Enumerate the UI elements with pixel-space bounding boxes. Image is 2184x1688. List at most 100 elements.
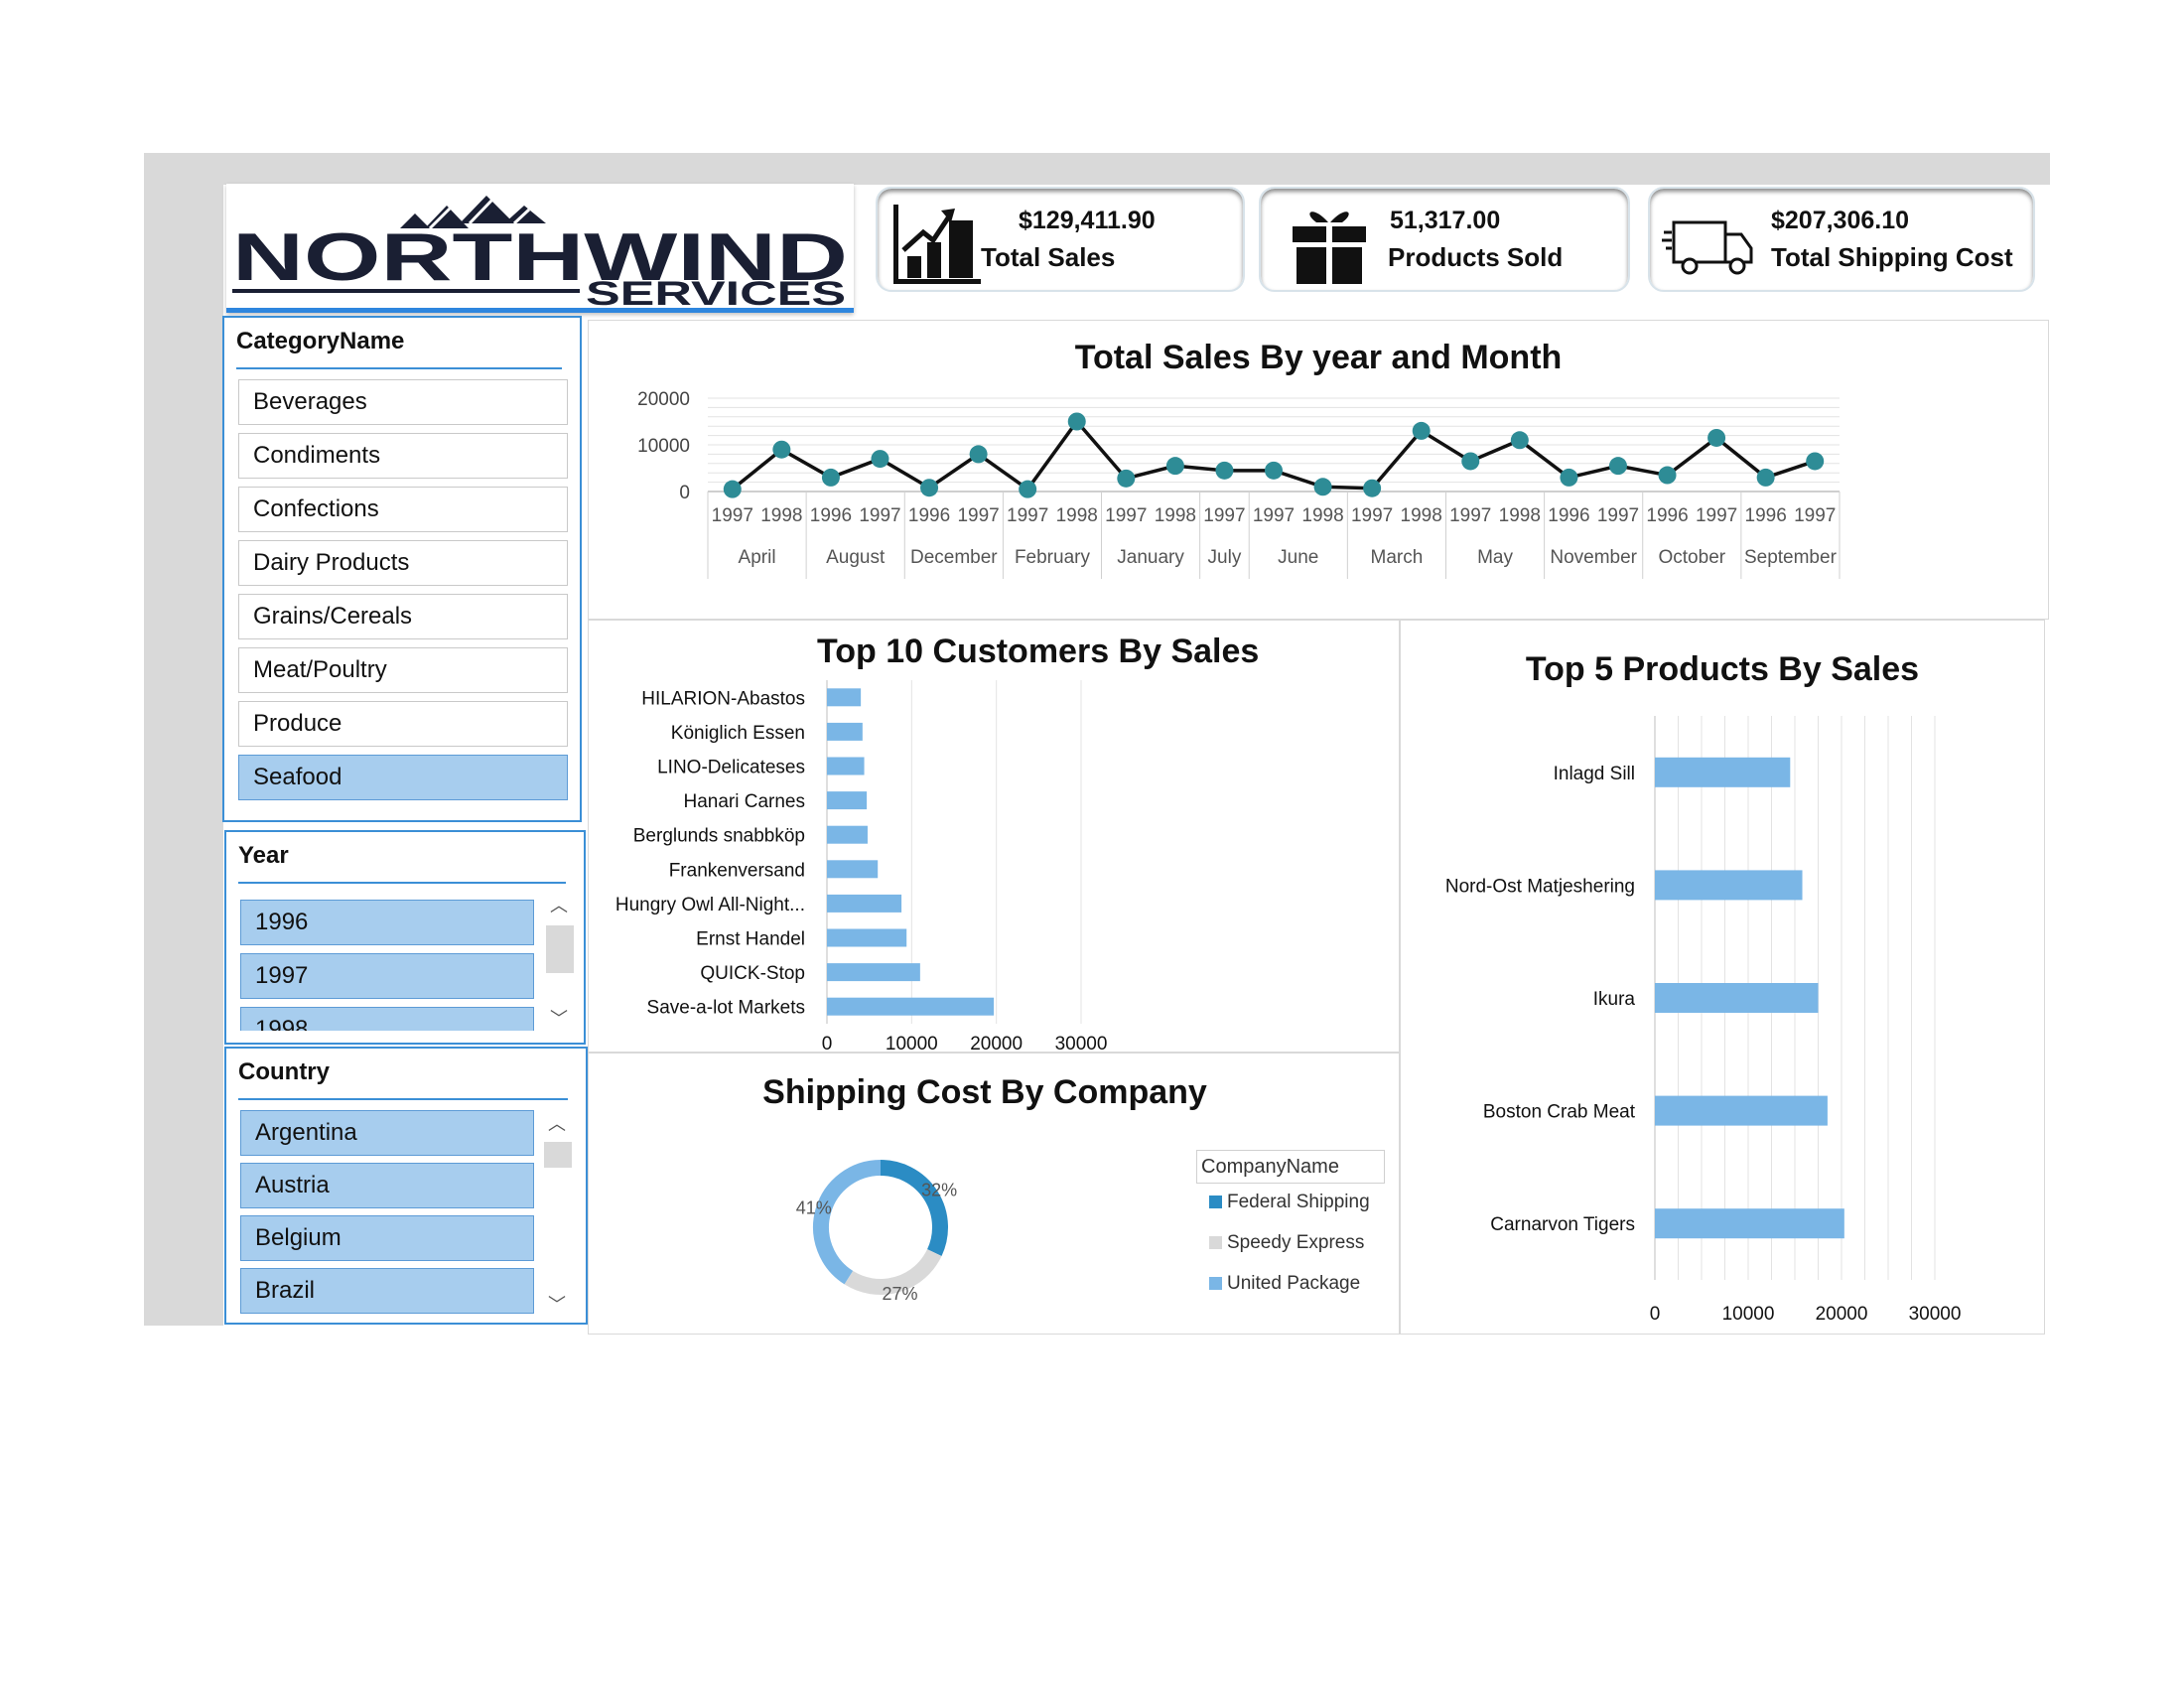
legend-item: Federal Shipping [1209,1192,1370,1213]
x-tick-year: 1998 [1401,505,1442,526]
donut-slice [844,1248,942,1295]
country-scrollbar[interactable]: ︿ ﹀ [540,1110,572,1319]
slicer-item[interactable]: Confections [238,487,568,532]
data-point [1313,478,1332,496]
x-tick-label: 20000 [1816,1304,1868,1325]
sales-line-chart-panel: Total Sales By year and Month 0 10000 2000… [588,320,2049,620]
slicer-item[interactable]: Meat/Poultry [238,647,568,693]
slicer-item[interactable]: Grains/Cereals [238,594,568,639]
x-tick-year: 1998 [1056,505,1098,526]
slicer-item[interactable]: Beverages [238,379,568,425]
x-tick-year: 1998 [760,505,802,526]
legend-swatch [1209,1277,1222,1290]
slice-label: 27% [883,1284,918,1304]
category-label: Ikura [1593,989,1636,1010]
x-tick-year: 1997 [1794,505,1836,526]
slicer-item[interactable]: 1998 [240,1007,534,1031]
bar [827,688,862,707]
x-tick-month: August [826,547,886,568]
year-scrollbar[interactable]: ︿ ﹀ [542,892,574,1035]
x-tick-year: 1997 [1253,505,1295,526]
data-point [1265,461,1283,480]
bar [1655,757,1791,787]
scroll-thumb[interactable] [546,925,574,973]
legend-label: United Package [1227,1273,1361,1294]
slicer-item[interactable]: Seafood [238,755,568,800]
scroll-down-icon[interactable]: ﹀ [546,1295,568,1315]
country-slicer: Country Argentina Austria Belgium Brazil ︿ … [224,1047,588,1325]
delivery-truck-icon [1662,220,1753,275]
legend-label: Speedy Express [1227,1232,1365,1253]
x-tick-month: March [1371,547,1424,568]
kpi-value: $129,411.90 [1019,207,1156,234]
scroll-thumb[interactable] [544,1142,572,1168]
northwind-logo: NORTHWIND SERVICES [226,184,854,313]
data-point [1608,457,1627,476]
data-point [1756,468,1775,487]
x-tick-month: January [1117,547,1184,568]
bar [1655,983,1819,1013]
scroll-down-icon[interactable]: ﹀ [548,1009,570,1029]
x-tick-month: May [1477,547,1513,568]
x-tick-year: 1997 [957,505,999,526]
data-point [772,440,791,459]
x-tick-label: 0 [1650,1304,1661,1325]
kpi-value: 51,317.00 [1390,207,1501,234]
legend-swatch [1209,1196,1222,1208]
bar [827,791,868,810]
slicer-item[interactable]: Belgium [240,1215,534,1261]
x-tick-month: April [739,547,776,568]
data-point [1707,428,1726,447]
category-label: Nord-Ost Matjeshering [1445,876,1635,897]
data-point [1412,421,1431,440]
kpi-total-sales: $129,411.90 Total Sales [876,187,1245,292]
donut-slice [813,1160,882,1285]
slicer-item[interactable]: Argentina [240,1110,534,1156]
slicer-item[interactable]: 1997 [240,953,534,999]
x-tick-year: 1998 [1499,505,1541,526]
kpi-label: Total Sales [981,242,1116,272]
x-tick-month: October [1659,547,1726,568]
slicer-item[interactable]: Dairy Products [238,540,568,586]
mountain-icon: NORTHWIND SERVICES [232,196,848,313]
slicer-item[interactable]: Condiments [238,433,568,479]
bar [827,860,879,879]
data-point [1165,457,1184,476]
kpi-value: $207,306.10 [1771,207,1910,234]
sales-line-chart: 0 10000 20000 1997 1998 April 1996 1997 August 19… [637,389,1841,579]
category-label: Frankenversand [669,860,805,881]
x-tick-month: September [1744,547,1838,568]
data-point [1510,431,1529,450]
bar [827,894,902,913]
slicer-item[interactable]: Austria [240,1163,534,1208]
x-tick-label: 30000 [1055,1034,1108,1055]
x-tick-year: 1997 [1449,505,1491,526]
slicer-title: CategoryName [236,328,405,354]
data-point [821,468,840,487]
bar [827,963,920,982]
scroll-up-icon[interactable]: ︿ [548,896,570,915]
dashboard: NORTHWIND SERVICES $129,411.90 Total Sal… [0,0,2184,1688]
x-tick-year: 1997 [1351,505,1393,526]
side-band [144,153,223,1326]
slice-label: 41% [796,1197,832,1217]
scroll-up-icon[interactable]: ︿ [546,1114,568,1134]
bar [1655,1095,1828,1126]
x-tick-label: 30000 [1909,1304,1962,1325]
slicer-title: Country [238,1058,330,1085]
data-point [1363,479,1382,497]
data-point [1215,461,1234,480]
x-tick-year: 1997 [1597,505,1639,526]
x-tick-year: 1996 [1646,505,1688,526]
slicer-item[interactable]: Produce [238,701,568,747]
category-label: Hungry Owl All-Night... [615,895,805,915]
x-tick-year: 1998 [1155,505,1196,526]
bar [827,997,995,1016]
kpi-products-sold: 51,317.00 Products Sold [1259,187,1630,292]
legend-swatch [1209,1236,1222,1249]
slicer-item[interactable]: 1996 [240,900,534,945]
customers-bar-chart: 0 10000 20000 30000 HILARION-Abastos Königlic… [615,680,1108,1055]
slicer-item[interactable]: Brazil [240,1268,534,1314]
category-label: Hanari Carnes [684,791,806,812]
logo-subtitle: SERVICES [586,275,846,313]
